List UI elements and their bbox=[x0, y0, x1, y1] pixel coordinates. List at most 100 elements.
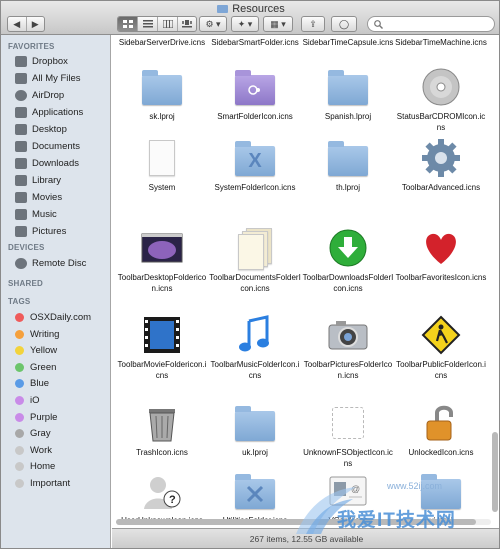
action-menu-button[interactable]: ⚙ ▾ bbox=[199, 16, 227, 32]
sidebar-tag-label: Gray bbox=[30, 428, 51, 440]
sidebar-item-remote-disc[interactable]: Remote Disc bbox=[15, 256, 86, 271]
sidebar-tag-purple[interactable]: Purple bbox=[15, 410, 57, 425]
file-item[interactable]: TrashIcon.icns bbox=[116, 403, 208, 458]
sidebar-tag-gray[interactable]: Gray bbox=[15, 426, 51, 441]
sidebar-item-music[interactable]: Music bbox=[15, 207, 57, 222]
forward-button[interactable]: ▶ bbox=[27, 17, 45, 31]
sidebar-tag-writing[interactable]: Writing bbox=[15, 327, 59, 342]
sidebar-tag-important[interactable]: Important bbox=[15, 476, 70, 491]
sidebar-tag-green[interactable]: Green bbox=[15, 360, 56, 375]
sidebar-item-airdrop[interactable]: AirDrop bbox=[15, 88, 64, 103]
sidebar-item-pictures[interactable]: Pictures bbox=[15, 224, 66, 239]
file-item[interactable]: ToolbarFavoritesIcon.icns bbox=[395, 228, 487, 283]
sidebar-tag-osxdaily-com[interactable]: OSXDaily.com bbox=[15, 310, 91, 325]
documents-stack-icon bbox=[233, 228, 277, 270]
file-item[interactable]: ToolbarPublicFolderIcon.icns bbox=[395, 315, 487, 381]
icon-view-icon bbox=[122, 20, 133, 28]
sidebar-item-label: Downloads bbox=[32, 158, 79, 169]
file-item[interactable]: uk.lproj bbox=[209, 403, 301, 458]
column-view-button[interactable] bbox=[158, 17, 178, 31]
folder-icon bbox=[217, 5, 229, 13]
music-note-icon bbox=[233, 315, 277, 355]
system-folder-icon: X bbox=[233, 138, 277, 178]
file-item[interactable]: th.lproj bbox=[302, 138, 394, 193]
tags-button[interactable]: ◯ bbox=[331, 16, 357, 32]
search-input[interactable] bbox=[383, 19, 483, 29]
folder-icon bbox=[140, 67, 184, 107]
finder-window: Resources ◀ ▶ ⚙ ▾ ✦ ▾ ▦ ▾ ⇪ ◯ FAVORITES … bbox=[0, 0, 500, 549]
file-item[interactable]: ToolbarDocumentsFolderIcon.icns bbox=[209, 228, 301, 294]
file-item[interactable]: Spanish.lproj bbox=[302, 67, 394, 122]
file-item[interactable]: SmartFolderIcon.icns bbox=[209, 67, 301, 122]
file-item[interactable]: X SystemFolderIcon.icns bbox=[209, 138, 301, 193]
file-item[interactable]: ToolbarMovieFoldericon.icns bbox=[116, 315, 208, 381]
back-forward-control[interactable]: ◀ ▶ bbox=[7, 16, 45, 32]
coverflow-view-button[interactable] bbox=[178, 17, 196, 31]
file-item[interactable]: ToolbarPicturesFolderIcon.icns bbox=[302, 315, 394, 381]
search-field[interactable] bbox=[367, 16, 495, 32]
remote-disc-icon bbox=[15, 258, 27, 269]
view-mode-control[interactable] bbox=[117, 16, 197, 32]
sidebar-tag-label: Important bbox=[30, 478, 71, 489]
sidebar-tag-label: Home bbox=[30, 461, 56, 473]
sidebar-tag-io[interactable]: iO bbox=[15, 393, 40, 408]
camera-icon bbox=[326, 315, 370, 355]
sidebar-item-documents[interactable]: Documents bbox=[15, 139, 80, 154]
sidebar-tag-label: Blue bbox=[30, 378, 50, 390]
document-icon bbox=[140, 138, 184, 178]
file-item[interactable]: UtilitiesFolder.icns bbox=[209, 471, 301, 526]
file-item[interactable]: ToolbarAdvanced.icns bbox=[395, 138, 487, 193]
sidebar-item-dropbox[interactable]: Dropbox bbox=[15, 54, 68, 69]
sidebar-item-label: Applications bbox=[32, 107, 84, 118]
sidebar-item-movies[interactable]: Movies bbox=[15, 190, 62, 205]
file-item[interactable]: StatusBarCDROMIcon.icns bbox=[395, 67, 487, 133]
file-item[interactable]: SidebarServerDrive.icns bbox=[116, 35, 208, 48]
file-item[interactable]: SidebarSmartFolder.icns bbox=[209, 35, 301, 48]
sidebar: FAVORITES Dropbox All My Files AirDrop Appl… bbox=[1, 35, 111, 548]
file-item[interactable]: UnknownFSObjectIcon.icns bbox=[302, 403, 394, 469]
share-button[interactable]: ⇪ bbox=[301, 16, 325, 32]
sidebar-tag-label: Green bbox=[30, 361, 57, 373]
sidebar-item-label: Documents bbox=[32, 141, 81, 152]
back-button[interactable]: ◀ bbox=[8, 17, 27, 31]
sidebar-item-label: Library bbox=[32, 175, 62, 186]
file-name: UnlockedIcon.icns bbox=[408, 448, 474, 457]
padlock-icon bbox=[419, 403, 463, 443]
file-item[interactable]: sk.lproj bbox=[116, 67, 208, 122]
file-item[interactable]: ?UserUnknownIcon.icns bbox=[116, 471, 208, 526]
file-item[interactable]: SidebarTimeMachine.icns bbox=[395, 35, 487, 48]
file-item[interactable]: UnlockedIcon.icns bbox=[395, 403, 487, 458]
sidebar-item-library[interactable]: Library bbox=[15, 173, 61, 188]
sidebar-tag-yellow[interactable]: Yellow bbox=[15, 343, 57, 358]
dropbox-menu-button[interactable]: ✦ ▾ bbox=[231, 16, 259, 32]
arrange-menu-button[interactable]: ▦ ▾ bbox=[263, 16, 293, 32]
sidebar-tag-home[interactable]: Home bbox=[15, 459, 55, 474]
file-name: SystemFolderIcon.icns bbox=[214, 183, 296, 192]
list-view-button[interactable] bbox=[138, 17, 158, 31]
folder-icon bbox=[233, 403, 277, 443]
sidebar-item-downloads[interactable]: Downloads bbox=[15, 156, 79, 171]
file-name: ToolbarDesktopFoldericon.icns bbox=[117, 273, 207, 293]
vertical-scrollbar[interactable] bbox=[492, 37, 498, 517]
file-item[interactable]: ToolbarDesktopFoldericon.icns bbox=[116, 228, 208, 294]
desktop-icon bbox=[15, 124, 27, 135]
icon-view-button[interactable] bbox=[118, 17, 138, 31]
sidebar-item-desktop[interactable]: Desktop bbox=[15, 122, 67, 137]
file-item[interactable]: ToolbarDownloadsFolderIcon.icns bbox=[302, 228, 394, 294]
file-name: ToolbarPublicFolderIcon.icns bbox=[396, 360, 486, 380]
cd-rom-icon bbox=[419, 67, 463, 107]
coverflow-view-icon bbox=[182, 20, 192, 28]
file-item[interactable]: ToolbarMusicFolderIcon.icns bbox=[209, 315, 301, 381]
sidebar-item-applications[interactable]: Applications bbox=[15, 105, 83, 120]
dropbox-icon bbox=[15, 56, 27, 67]
file-name: ToolbarDocumentsFolderIcon.icns bbox=[209, 273, 301, 293]
file-item[interactable]: System bbox=[116, 138, 208, 193]
tag-icon: ◯ bbox=[338, 18, 350, 29]
sidebar-tag-work[interactable]: Work bbox=[15, 443, 52, 458]
sidebar-item-all-my-files[interactable]: All My Files bbox=[15, 71, 81, 86]
utilities-folder-icon bbox=[233, 471, 277, 511]
sidebar-tag-blue[interactable]: Blue bbox=[15, 376, 49, 391]
file-name: th.lproj bbox=[335, 183, 360, 192]
file-item[interactable]: SidebarTimeCapsule.icns bbox=[302, 35, 394, 48]
dropbox-icon: ✦ ▾ bbox=[237, 18, 253, 29]
